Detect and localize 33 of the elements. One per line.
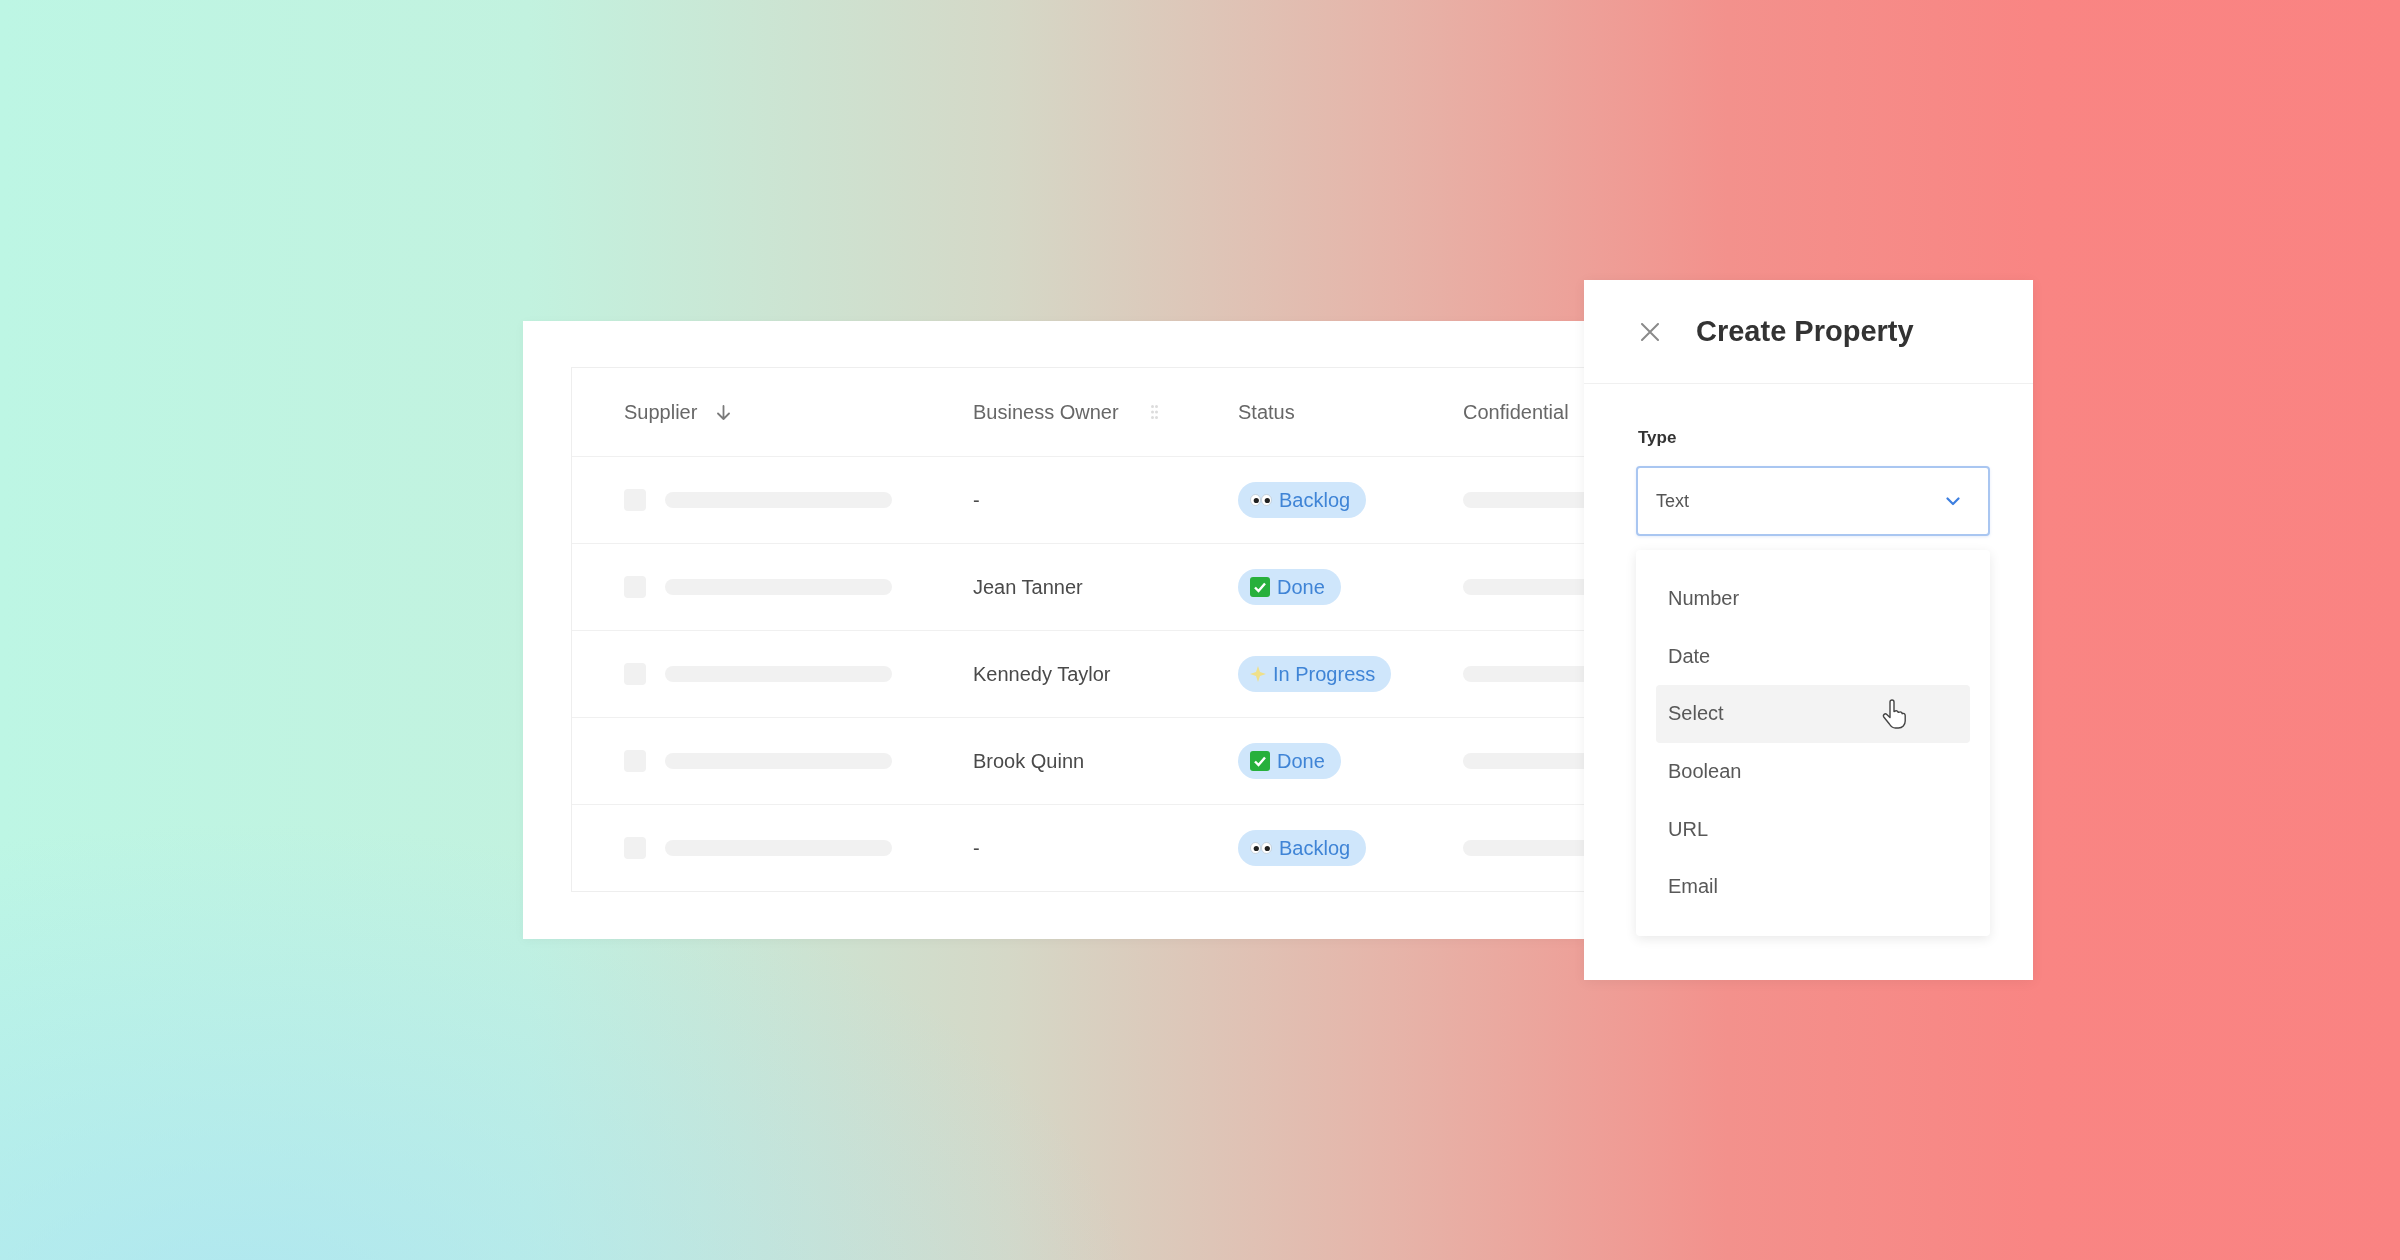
column-header[interactable]: Supplier xyxy=(624,400,698,424)
chevron-down-icon xyxy=(1946,496,1960,506)
status-text: Backlog xyxy=(1279,836,1351,860)
status-text: Done xyxy=(1277,749,1325,773)
owner-name: Kennedy Taylor xyxy=(973,662,1111,686)
column-header[interactable]: Business Owner xyxy=(973,400,1119,424)
status-text: Backlog xyxy=(1279,488,1351,512)
panel-title: Create Property xyxy=(1696,315,1914,348)
column-header[interactable]: Status xyxy=(1238,400,1295,424)
arrow-down-icon[interactable] xyxy=(717,404,731,420)
menu-option[interactable]: URL xyxy=(1656,800,1970,858)
menu-option[interactable]: Select xyxy=(1656,685,1970,743)
menu-option[interactable]: Boolean xyxy=(1656,742,1970,801)
owner-name: - xyxy=(973,836,980,860)
owner-name: Jean Tanner xyxy=(973,575,1083,599)
owner-name: Brook Quinn xyxy=(973,749,1085,773)
status-text: Done xyxy=(1277,575,1325,599)
owner-name: - xyxy=(973,488,980,512)
menu-option[interactable]: Number xyxy=(1656,570,1970,628)
field-label: Type xyxy=(1638,428,1677,448)
status-text: In Progress xyxy=(1273,662,1376,686)
hand-cursor-icon xyxy=(1882,699,1906,730)
menu-option[interactable]: Email xyxy=(1656,857,1970,916)
type-select[interactable]: Text xyxy=(1636,466,1990,536)
eyes-icon xyxy=(1250,494,1272,506)
column-header[interactable]: Confidential xyxy=(1463,400,1569,424)
check-box-icon xyxy=(1250,577,1270,597)
eyes-icon xyxy=(1250,842,1272,854)
close-icon[interactable] xyxy=(1641,322,1659,341)
menu-option[interactable]: Date xyxy=(1656,627,1970,686)
spark-icon xyxy=(1250,666,1266,682)
grip-icon[interactable] xyxy=(1150,405,1158,419)
check-box-icon xyxy=(1250,751,1270,771)
